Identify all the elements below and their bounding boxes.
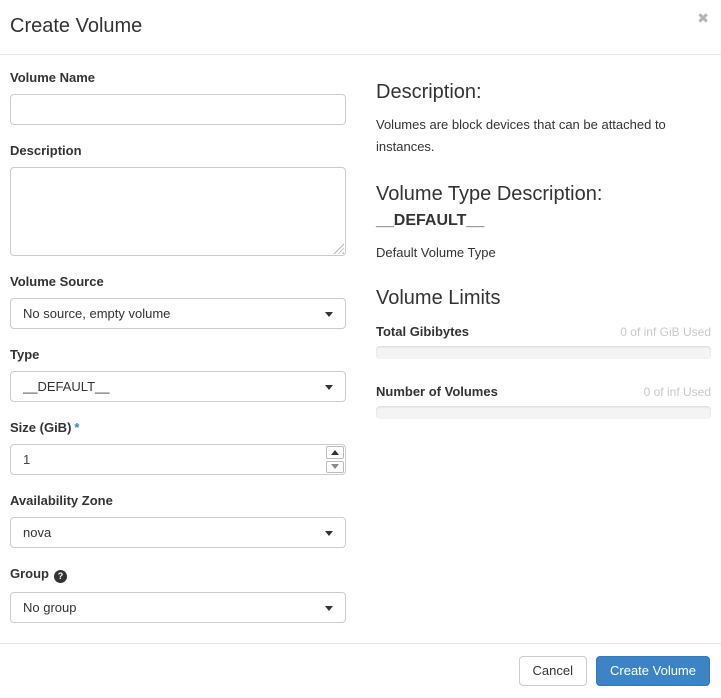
volume-source-group: Volume Source No source, empty volume: [10, 274, 346, 329]
availability-zone-group: Availability Zone nova: [10, 493, 346, 548]
modal-header: Create Volume ✖: [0, 0, 721, 55]
close-icon[interactable]: ✖: [695, 10, 711, 28]
size-label: Size (GiB)*: [10, 420, 346, 435]
description-text: Volumes are block devices that can be at…: [376, 114, 711, 158]
limit-label: Total Gibibytes: [376, 324, 469, 339]
type-label: Type: [10, 347, 346, 362]
limit-usage: 0 of inf Used: [644, 385, 711, 399]
limit-row-volumes: Number of Volumes 0 of inf Used: [376, 384, 711, 399]
size-label-text: Size (GiB): [10, 420, 71, 435]
create-volume-modal: Create Volume ✖ Volume Name Description …: [0, 0, 721, 698]
group-label-text: Group: [10, 566, 49, 581]
limit-usage: 0 of inf GiB Used: [620, 325, 711, 339]
volume-name-label: Volume Name: [10, 70, 346, 85]
limit-label: Number of Volumes: [376, 384, 498, 399]
spinner-down-button[interactable]: [326, 461, 344, 474]
cancel-button[interactable]: Cancel: [519, 656, 587, 686]
create-volume-button[interactable]: Create Volume: [596, 656, 710, 686]
volume-type-description-text: Default Volume Type: [376, 242, 711, 264]
description-textarea[interactable]: [10, 167, 346, 256]
size-spinner: [326, 446, 344, 473]
availability-zone-label: Availability Zone: [10, 493, 346, 508]
description-heading: Description:: [376, 80, 711, 104]
create-volume-form: Volume Name Description Volume Source No…: [10, 70, 346, 643]
group-select[interactable]: No group: [10, 592, 346, 623]
help-question-icon[interactable]: ?: [54, 570, 67, 583]
size-input[interactable]: [10, 444, 346, 475]
type-select[interactable]: __DEFAULT__: [10, 371, 346, 402]
required-asterisk: *: [74, 420, 79, 435]
info-panel: Description: Volumes are block devices t…: [376, 70, 711, 643]
triangle-up-icon: [331, 450, 339, 455]
type-group: Type __DEFAULT__: [10, 347, 346, 402]
volume-name-group: Volume Name: [10, 70, 346, 125]
volume-name-input[interactable]: [10, 94, 346, 125]
volumes-progress-bar: [376, 406, 711, 419]
spinner-up-button[interactable]: [326, 446, 344, 459]
description-group: Description: [10, 143, 346, 256]
description-label: Description: [10, 143, 346, 158]
group-group: Group? No group: [10, 566, 346, 623]
modal-body: Volume Name Description Volume Source No…: [0, 55, 721, 643]
availability-zone-select[interactable]: nova: [10, 517, 346, 548]
limit-row-gibibytes: Total Gibibytes 0 of inf GiB Used: [376, 324, 711, 339]
volume-source-label: Volume Source: [10, 274, 346, 289]
modal-footer: Cancel Create Volume: [0, 643, 721, 698]
volume-source-select[interactable]: No source, empty volume: [10, 298, 346, 329]
volume-limits-heading: Volume Limits: [376, 286, 711, 310]
size-group: Size (GiB)*: [10, 420, 346, 475]
group-label: Group?: [10, 566, 346, 583]
gibibytes-progress-bar: [376, 346, 711, 359]
volume-type-description-heading: Volume Type Description:: [376, 182, 711, 206]
volume-type-name: __DEFAULT__: [376, 212, 711, 230]
modal-title: Create Volume: [10, 13, 711, 40]
triangle-down-icon: [331, 464, 339, 469]
